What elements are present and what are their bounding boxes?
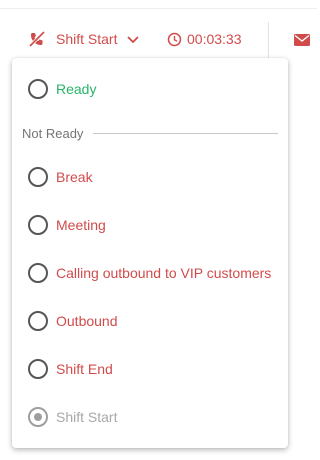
status-option-break[interactable]: Break: [28, 165, 93, 189]
status-option-calling-outbound-vip[interactable]: Calling outbound to VIP customers: [28, 261, 271, 285]
status-option-label: Break: [56, 169, 93, 185]
status-menu: Ready Not Ready Break Meeting Calling ou…: [12, 58, 288, 448]
radio-button[interactable]: [28, 79, 48, 99]
header-divider: [268, 22, 269, 58]
phone-slash-icon: [28, 30, 46, 48]
status-option-outbound[interactable]: Outbound: [28, 309, 118, 333]
section-divider: [93, 132, 278, 134]
not-ready-section-header: Not Ready: [22, 124, 278, 142]
status-option-label: Calling outbound to VIP customers: [56, 265, 272, 281]
status-timer: 00:03:33: [167, 29, 242, 49]
top-divider: [0, 8, 317, 9]
status-option-label: Meeting: [56, 217, 106, 233]
section-label: Not Ready: [22, 125, 84, 141]
mail-icon[interactable]: [294, 33, 310, 46]
radio-button[interactable]: [28, 263, 48, 283]
radio-button-selected: [28, 407, 48, 427]
status-dropdown-button[interactable]: Shift Start: [28, 28, 140, 50]
radio-button[interactable]: [28, 311, 48, 331]
clock-icon: [167, 32, 182, 47]
status-option-meeting[interactable]: Meeting: [28, 213, 106, 237]
radio-button[interactable]: [28, 167, 48, 187]
status-option-label: Ready: [56, 81, 97, 97]
chevron-down-icon: [126, 32, 140, 46]
status-option-label: Shift End: [56, 361, 113, 377]
radio-button[interactable]: [28, 359, 48, 379]
timer-value: 00:03:33: [187, 31, 242, 47]
status-option-shift-start: Shift Start: [28, 405, 117, 429]
status-option-label: Outbound: [56, 313, 118, 329]
status-option-shift-end[interactable]: Shift End: [28, 357, 113, 381]
radio-button[interactable]: [28, 215, 48, 235]
status-option-ready[interactable]: Ready: [28, 77, 96, 101]
current-status-label: Shift Start: [56, 31, 118, 47]
status-option-label: Shift Start: [56, 409, 118, 425]
